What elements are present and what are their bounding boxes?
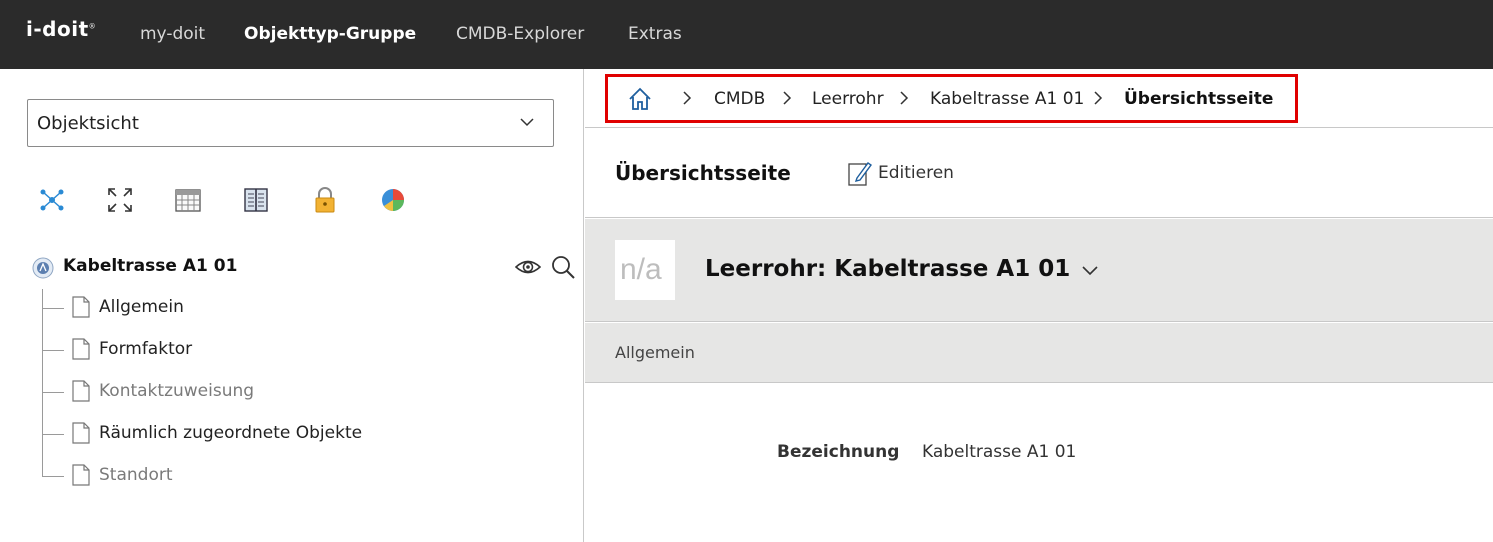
object-title: Leerrohr: Kabeltrasse A1 01 (705, 256, 1071, 282)
tree-item-raeumlich-zugeordnete-objekte[interactable]: Räumlich zugeordnete Objekte (42, 419, 562, 449)
breadcrumb-item-current: Übersichtsseite (1124, 89, 1274, 109)
breadcrumb: CMDB Leerrohr Kabeltrasse A1 01 Übersich… (585, 69, 1493, 128)
tree-root-object[interactable]: Kabeltrasse A1 01 (32, 254, 577, 284)
edit-button-label: Editieren (878, 163, 954, 183)
tree-item-label: Kontaktzuweisung (99, 381, 255, 401)
tree-item-kontaktzuweisung[interactable]: Kontaktzuweisung (42, 377, 562, 407)
chevron-down-icon[interactable] (1081, 261, 1099, 279)
chevron-right-icon (1094, 91, 1103, 105)
object-header: n/a Leerrohr: Kabeltrasse A1 01 (585, 219, 1493, 322)
document-icon (72, 380, 90, 402)
tree-item-label: Räumlich zugeordnete Objekte (99, 423, 363, 443)
breadcrumb-item-object[interactable]: Kabeltrasse A1 01 (930, 89, 1084, 109)
expand-icon[interactable] (105, 185, 135, 215)
tree-item-formfaktor[interactable]: Formfaktor (42, 335, 562, 365)
main-content: CMDB Leerrohr Kabeltrasse A1 01 Übersich… (585, 69, 1493, 542)
tree-item-standort[interactable]: Standort (42, 461, 562, 491)
view-select-value: Objektsicht (37, 113, 139, 134)
tree-item-label: Allgemein (99, 297, 184, 317)
calendar-icon[interactable] (173, 185, 203, 215)
pie-chart-icon[interactable] (378, 185, 408, 215)
document-icon (72, 464, 90, 486)
chevron-right-icon (900, 91, 909, 105)
app-logo[interactable]: i-doit® (26, 17, 96, 41)
book-icon[interactable] (241, 185, 271, 215)
tree-item-label: Formfaktor (99, 339, 193, 359)
tree-item-label: Standort (99, 465, 173, 485)
field-value-bezeichnung: Kabeltrasse A1 01 (922, 442, 1077, 462)
network-graph-icon[interactable] (37, 185, 67, 215)
tree-root-label: Kabeltrasse A1 01 (63, 256, 238, 276)
chevron-down-icon (520, 118, 534, 127)
search-icon[interactable] (550, 254, 576, 280)
category-header: Allgemein (585, 323, 1493, 383)
breadcrumb-item-leerrohr[interactable]: Leerrohr (812, 89, 884, 109)
chevron-right-icon (783, 91, 792, 105)
nav-item-cmdb-explorer[interactable]: CMDB-Explorer (456, 24, 584, 44)
sidebar: Objektsicht Kabeltrasse A1 01 Allgemein … (0, 69, 584, 542)
top-navigation-bar: i-doit® my-doit Objekttyp-Gruppe CMDB-Ex… (0, 0, 1493, 69)
home-icon[interactable] (627, 86, 653, 112)
page-title: Übersichtsseite (615, 161, 791, 185)
breadcrumb-item-cmdb[interactable]: CMDB (714, 89, 765, 109)
page-action-bar: Übersichtsseite Editieren (585, 128, 1493, 218)
chevron-right-icon (683, 91, 692, 105)
object-type-icon (32, 257, 54, 279)
nav-item-extras[interactable]: Extras (628, 24, 682, 44)
eye-icon[interactable] (515, 256, 541, 278)
object-image-placeholder: n/a (615, 240, 675, 300)
nav-item-my-doit[interactable]: my-doit (140, 24, 205, 44)
edit-button[interactable]: Editieren (848, 160, 958, 188)
document-icon (72, 296, 90, 318)
tree-item-allgemein[interactable]: Allgemein (42, 293, 562, 323)
view-select[interactable]: Objektsicht (27, 99, 554, 147)
nav-item-objekttyp-gruppe[interactable]: Objekttyp-Gruppe (244, 24, 416, 44)
document-icon (72, 338, 90, 360)
category-title: Allgemein (615, 343, 695, 362)
edit-icon (848, 162, 872, 186)
field-label-bezeichnung: Bezeichnung (777, 442, 900, 462)
lock-icon[interactable] (310, 185, 340, 215)
document-icon (72, 422, 90, 444)
